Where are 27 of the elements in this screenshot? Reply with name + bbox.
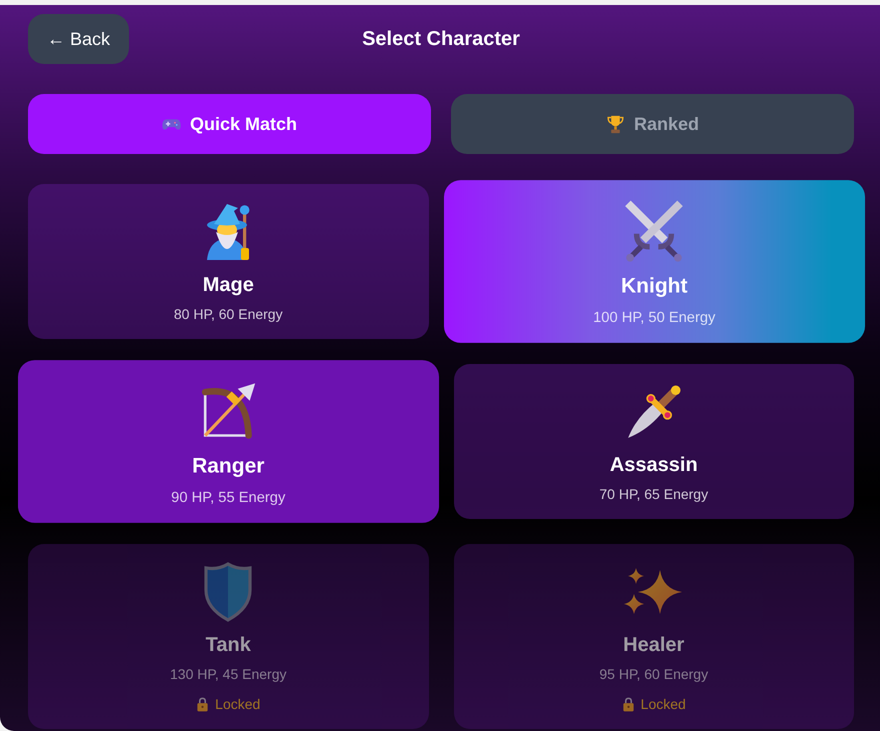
lock-icon bbox=[622, 696, 635, 712]
character-card[interactable]: Assassin 70 HP, 65 Energy bbox=[454, 364, 854, 519]
character-stats: 90 HP, 55 Energy bbox=[171, 487, 286, 508]
character-card[interactable]: Tank 130 HP, 45 Energy Locked bbox=[28, 544, 428, 729]
lock-icon bbox=[196, 696, 210, 712]
character-stats: 100 HP, 50 Energy bbox=[592, 307, 715, 328]
locked-label: Locked bbox=[640, 695, 686, 714]
character-card[interactable]: Mage 80 HP, 60 Energy bbox=[28, 184, 428, 339]
character-stats: 130 HP, 45 Energy bbox=[170, 665, 286, 684]
mode-tab[interactable]: Ranked bbox=[451, 94, 854, 154]
character-stats: 70 HP, 65 Energy bbox=[599, 485, 708, 504]
screen-title: Select Character bbox=[362, 28, 520, 50]
locked-label: Locked bbox=[215, 695, 260, 714]
character-name: Mage bbox=[202, 273, 254, 298]
character-name: Assassin bbox=[610, 453, 698, 478]
character-card[interactable]: Knight 100 HP, 50 Energy bbox=[443, 180, 864, 343]
back-button[interactable]: ← Back bbox=[28, 14, 130, 64]
character-stats: 80 HP, 60 Energy bbox=[174, 305, 283, 324]
character-name: Ranger bbox=[192, 454, 264, 480]
character-stats: 95 HP, 60 Energy bbox=[599, 665, 708, 684]
trophy-icon bbox=[606, 114, 625, 134]
mode-tab[interactable]: Quick Match bbox=[28, 94, 431, 154]
character-name: Healer bbox=[623, 633, 684, 658]
character-card[interactable]: Ranger 90 HP, 55 Energy bbox=[18, 360, 439, 523]
character-card[interactable]: Healer 95 HP, 60 Energy Locked bbox=[454, 544, 854, 729]
character-name: Tank bbox=[206, 633, 251, 658]
character-name: Knight bbox=[620, 274, 687, 300]
